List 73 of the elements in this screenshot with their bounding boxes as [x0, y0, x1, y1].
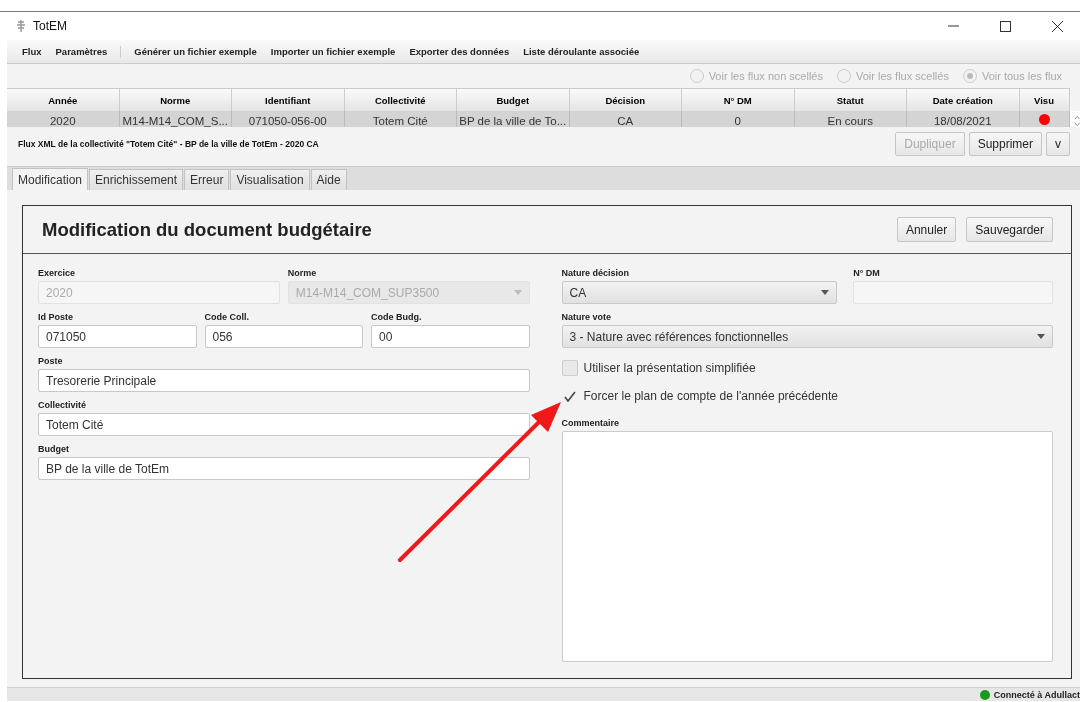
table-cell: M14-M14_COM_S... — [119, 111, 232, 127]
panel-title: Modification du document budgétaire — [42, 218, 373, 241]
dropdown-field[interactable]: 3 - Nature avec références fonctionnelles — [561, 325, 1053, 348]
table-cell: CA — [569, 111, 682, 127]
radio-label: Voir les flux non scellés — [708, 70, 823, 82]
tab[interactable]: Erreur — [184, 169, 230, 190]
input-field[interactable]: 071050 — [38, 325, 197, 348]
field-label: Norme — [287, 268, 318, 278]
menu-item[interactable]: Paramètres — [48, 46, 115, 57]
column-header[interactable]: Budget — [457, 88, 570, 111]
field-label: Nature décision — [561, 268, 631, 278]
scroll-arrows-icon[interactable] — [1073, 115, 1080, 127]
field-label: Nature vote — [561, 312, 612, 322]
dropdown-caret-icon — [821, 290, 830, 295]
field-label: Poste — [38, 356, 64, 366]
column-header[interactable]: Identifiant — [232, 88, 345, 111]
radio-label: Voir les flux scellés — [855, 70, 949, 82]
table-cell: 071050-056-00 — [232, 111, 345, 127]
table-cell: Totem Cité — [344, 111, 457, 127]
dropdown-field[interactable]: CA — [561, 281, 838, 304]
table-cell: En cours — [794, 111, 907, 127]
tab[interactable]: Visualisation — [230, 169, 310, 190]
form-button[interactable]: Annuler — [896, 217, 957, 242]
close-icon[interactable] — [1051, 20, 1063, 32]
table-cell: 2020 — [7, 111, 120, 127]
flux-info-text: Flux XML de la collectivité "Totem Cité" - BP de la ville de TotEm - 2020 CA — [18, 138, 320, 149]
field-label: Commentaire — [561, 418, 620, 428]
input-field[interactable]: BP de la ville de TotEm — [38, 457, 530, 480]
action-button[interactable]: Supprimer — [968, 131, 1042, 156]
minimize-icon[interactable] — [947, 25, 959, 27]
menu-item[interactable]: Importer un fichier exemple — [263, 46, 403, 57]
column-header[interactable]: Norme — [119, 88, 232, 111]
maximize-icon[interactable] — [999, 20, 1011, 32]
form-button[interactable]: Sauvegarder — [966, 217, 1053, 242]
menu-item[interactable]: Exporter des données — [402, 46, 517, 57]
dropdown-caret-icon — [1037, 334, 1045, 339]
column-header[interactable]: Date création — [907, 88, 1020, 111]
tab[interactable]: Modification — [12, 168, 89, 190]
column-header[interactable]: Décision — [569, 88, 682, 111]
field-label: Id Poste — [38, 312, 74, 322]
menu-item[interactable]: Liste déroulante associée — [516, 46, 647, 57]
window-title: TotEM — [33, 19, 68, 33]
tab[interactable]: Enrichissement — [89, 169, 184, 190]
field-label: Exercice — [38, 268, 77, 278]
input-field[interactable]: Tresorerie Principale — [38, 369, 530, 392]
column-header[interactable]: N° DM — [682, 88, 795, 111]
checkbox[interactable] — [561, 360, 578, 376]
field-label: Code Budg. — [371, 312, 423, 322]
field-label: Code Coll. — [204, 312, 250, 322]
action-button[interactable]: v — [1046, 131, 1070, 156]
table-cell: BP de la ville de To... — [457, 111, 570, 127]
connection-status-text: Connecté à Adullact — [993, 689, 1080, 700]
column-header[interactable]: Visu — [1019, 88, 1070, 111]
column-header[interactable]: Collectivité — [344, 88, 457, 111]
table-cell: 0 — [682, 111, 795, 127]
dropdown-caret-icon — [513, 290, 522, 295]
comment-textarea[interactable] — [561, 431, 1053, 662]
checkbox-label: Utiliser la présentation simplifiée — [583, 361, 756, 375]
column-header[interactable]: Statut — [794, 88, 907, 111]
input-field[interactable]: Totem Cité — [38, 413, 530, 436]
radio-label: Voir tous les flux — [981, 70, 1062, 82]
input-field[interactable]: 056 — [204, 325, 363, 348]
tab[interactable]: Aide — [310, 169, 347, 190]
table-cell: 18/08/2021 — [907, 111, 1020, 127]
checkbox-label: Forcer le plan de compte de l'année précédente — [583, 389, 838, 403]
app-logo-icon — [15, 19, 27, 33]
field-label: N° DM — [853, 268, 881, 278]
menu-item[interactable]: Flux — [15, 46, 49, 57]
column-header[interactable]: Année — [7, 88, 120, 111]
input-field[interactable]: 00 — [371, 325, 530, 348]
field-label: Budget — [38, 444, 70, 454]
field-label: Collectivité — [38, 400, 87, 410]
menu-item[interactable]: Générer un fichier exemple — [127, 46, 264, 57]
